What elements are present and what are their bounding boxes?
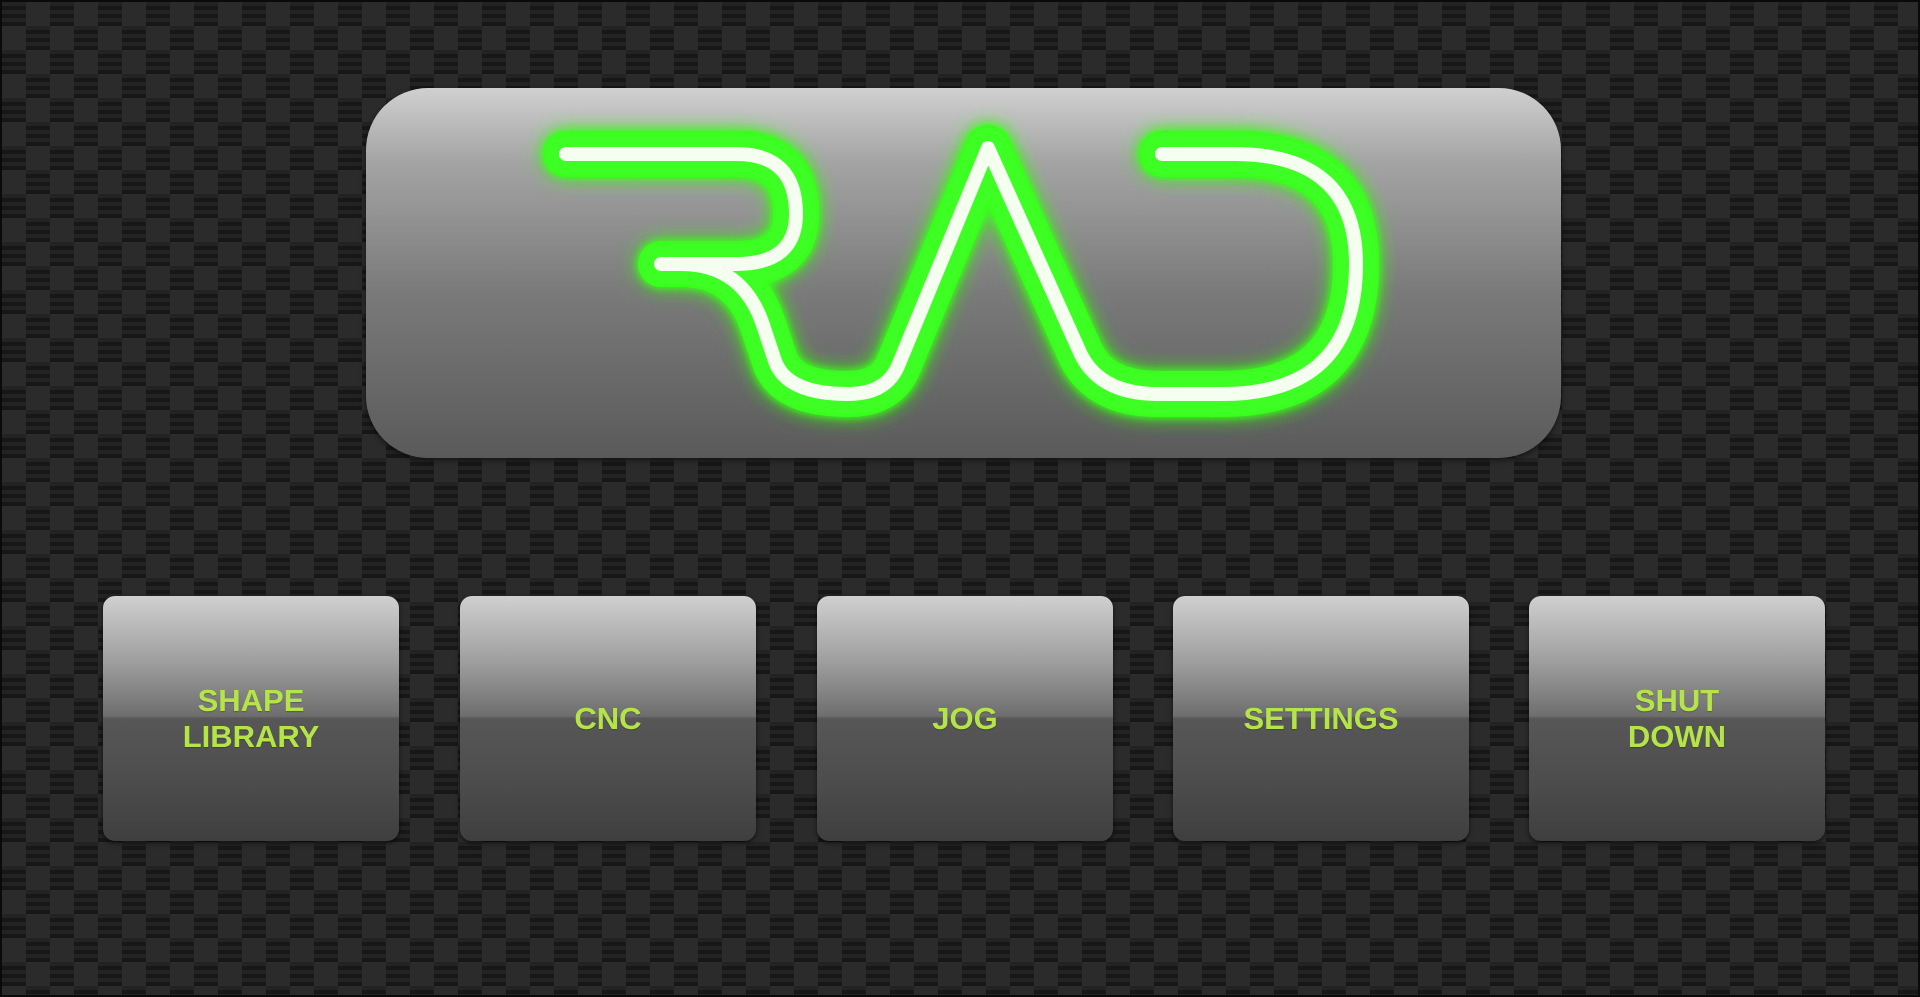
shut-down-label: SHUT DOWN	[1627, 682, 1727, 754]
settings-label: SETTINGS	[1243, 700, 1399, 736]
cnc-label: CNC	[574, 700, 642, 736]
cnc-button[interactable]: CNC	[460, 596, 756, 841]
jog-button[interactable]: JOG	[817, 596, 1113, 841]
shut-down-button[interactable]: SHUT DOWN	[1529, 596, 1825, 841]
shape-library-button[interactable]: SHAPE LIBRARY	[103, 596, 399, 841]
rad-neon-logo	[543, 125, 1379, 417]
jog-label: JOG	[932, 700, 998, 736]
main-menu: SHAPE LIBRARY CNC JOG SETTINGS SHUT DOWN	[2, 596, 1920, 842]
logo-panel	[366, 88, 1561, 458]
settings-button[interactable]: SETTINGS	[1173, 596, 1469, 841]
shape-library-label: SHAPE LIBRARY	[182, 682, 320, 754]
main-screen: SHAPE LIBRARY CNC JOG SETTINGS SHUT DOWN	[0, 0, 1920, 997]
